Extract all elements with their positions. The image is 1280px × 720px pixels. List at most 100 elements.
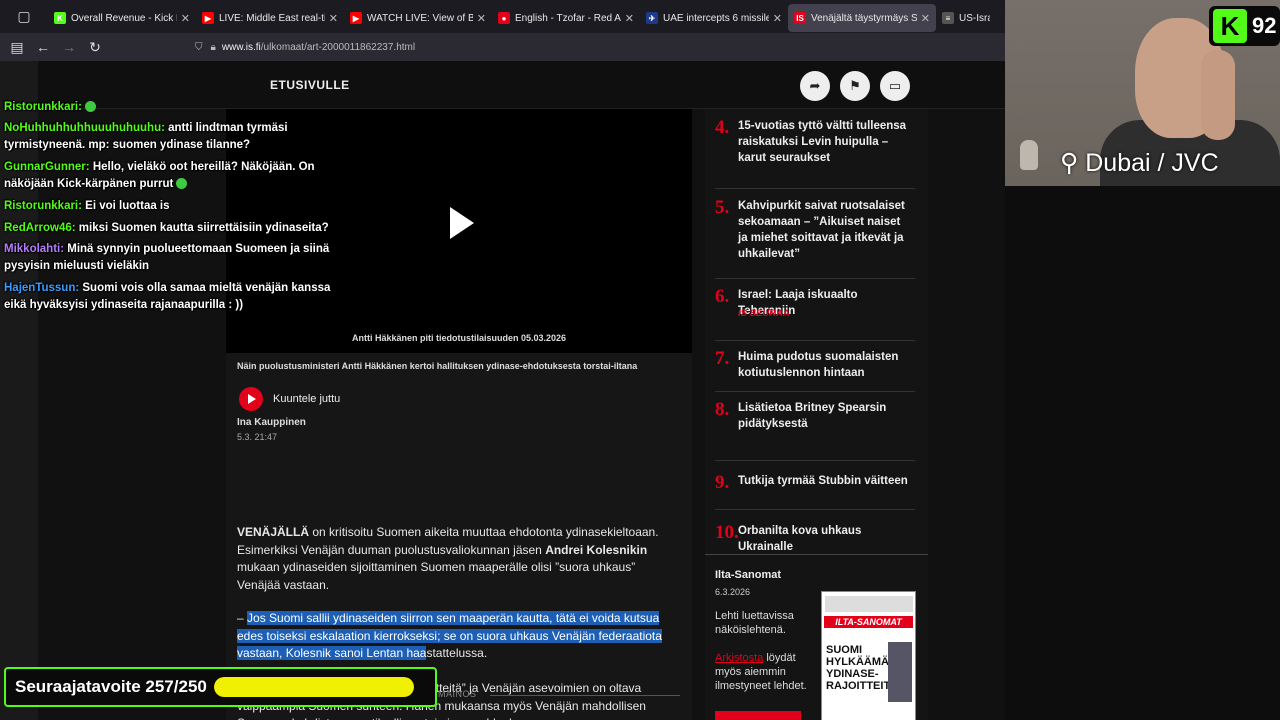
most-read-column: 4. 15-vuotias tyttö vältti tulleensa rais… [705,109,928,720]
ad-divider [490,695,680,696]
most-read-headline[interactable]: Huima pudotus suomalaisten kotiutuslenno… [738,349,913,381]
tab-list: K Overall Revenue - Kick Das ✕ ▶ LIVE: Middl… [48,1,996,32]
browser-tab-bar: ▢ K Overall Revenue - Kick Das ✕ ▶ LIVE: Mid… [0,0,1005,33]
newspaper-cover[interactable]: ILTA-SANOMAT SUOMI HYLKÄÄMÄSSÄ YDINASE-R… [821,591,916,720]
stream-location-label: ⚲ Dubai / JVC [1060,149,1219,177]
chat-message: Ristorunkkari: Ei voi luottaa is [4,198,354,215]
paragraph-1: VENÄJÄLLÄ on kritisoitu Suomen aikeita m… [237,524,677,594]
browser-tab[interactable]: ● English - Tzofar - Red Alert ✕ [492,4,640,32]
tab-favicon-icon: ✈ [646,12,658,24]
most-read-headline[interactable]: Tutkija tyrmää Stubbin väitteen [738,473,913,489]
ad-label: MAINOS [438,689,477,699]
chat-username[interactable]: Ristorunkkari: [4,200,82,212]
most-read-item[interactable]: 9. Tutkija tyrmää Stubbin väitteen [715,472,915,510]
most-read-item[interactable]: 8. Lisätietoa Britney Spearsin pidätykses… [715,399,915,461]
tab-title: Overall Revenue - Kick Das [71,12,177,24]
cover-headline: SUOMI HYLKÄÄMÄSSÄ YDINASE-RAJOITTEITA [826,644,912,692]
tab-close-icon[interactable]: ✕ [181,12,190,25]
chat-username[interactable]: HajenTussun: [4,282,79,294]
webcam-streamer-hand [1201,50,1235,140]
lock-icon: 🔒︎ [210,41,216,53]
person-name: Andrei Kolesnikin [545,542,648,557]
tab-close-icon[interactable]: ✕ [625,12,634,25]
chat-emote-icon [84,101,96,113]
rank-number: 10. [715,522,739,543]
promo-text-1: Lehti luettavissa näköislehtenä. [715,610,794,636]
play-icon[interactable] [450,207,474,239]
bookmark-icon[interactable]: ⚑ [840,71,870,101]
chat-username[interactable]: Mikkolahti: [4,243,64,255]
browser-tab[interactable]: IS Venäjältä täystyrmäys Suom ✕ [788,4,936,32]
follower-goal-widget: Seuraajatavoite 257/250 [4,667,437,707]
rank-number: 9. [715,472,730,493]
viewer-count: 92 [1252,13,1277,38]
screen: ▢ K Overall Revenue - Kick Das ✕ ▶ LIVE: Mid… [0,0,1280,720]
chat-username[interactable]: GunnarGunner: [4,161,90,173]
tab-favicon-icon: IS [794,12,806,24]
chat-text: Ei voi luottaa is [81,200,170,212]
epaper-promo: Ilta-Sanomat 6.3.2026 Lehti luettavissa … [705,554,928,720]
browser-tab[interactable]: ▶ LIVE: Middle East real-time ✕ [196,4,344,32]
sidebar-toggle-icon[interactable]: ▤ [4,34,30,60]
subscribe-button[interactable] [715,711,801,720]
rank-number: 8. [715,399,730,420]
chat-username[interactable]: NoHuhhuhhuhhuuuhuhuuhu: [4,122,165,134]
article-body: Näin puolustusministeri Antti Häkkänen k… [226,353,692,720]
tab-title: US-Israel-I [959,12,990,24]
chat-text: miksi Suomen kautta siirrettäisiin ydina… [75,222,329,234]
tab-close-icon[interactable]: ✕ [773,12,782,25]
back-icon[interactable]: ← [30,34,56,60]
most-read-item[interactable]: 6. Israel: Laaja iskuaalto Teheraniin IS S… [715,286,915,341]
chat-message: GunnarGunner: Hello, vieläkö oot hereill… [4,159,354,193]
promo-title: Ilta-Sanomat [715,569,782,581]
tab-close-icon[interactable]: ✕ [329,12,338,25]
back-to-front-page-link[interactable]: ETUSIVULLE [270,78,350,92]
tab-title: WATCH LIVE: View of Beirut [367,12,473,24]
tab-close-icon[interactable]: ✕ [477,12,486,25]
image-caption: Näin puolustusministeri Antti Häkkänen k… [237,361,638,371]
most-read-item[interactable]: 5. Kahvipurkit saivat ruotsalaiset sekoam… [715,197,915,279]
listen-button[interactable]: Kuuntele juttu [239,387,340,411]
chat-message: Mikkolahti: Minä synnyin puolueettomaan … [4,241,354,275]
chat-username[interactable]: Ristorunkkari: [4,101,82,113]
tab-overview-icon[interactable]: ▢ [0,0,48,33]
reload-icon[interactable]: ↻ [82,34,108,60]
publish-date: 5.3. 21:47 [237,432,278,442]
share-icon[interactable]: ➦ [800,71,830,101]
paragraph-1-text-b: mukaan ydinaseiden sijoittaminen Suomen … [237,560,636,592]
most-read-headline[interactable]: Lisätietoa Britney Spearsin pidätyksestä [738,400,913,432]
audio-play-icon[interactable] [239,387,263,411]
browser-tab[interactable]: ≡ US-Israel-I [936,4,996,32]
most-read-headline[interactable]: Kahvipurkit saivat ruotsalaiset sekoamaa… [738,198,913,262]
most-read-item[interactable]: 4. 15-vuotias tyttö vältti tulleensa rais… [715,117,915,189]
follower-goal-bar [213,677,414,697]
browser-tab[interactable]: K Overall Revenue - Kick Das ✕ [48,4,196,32]
chat-username[interactable]: RedArrow46: [4,222,76,234]
most-read-headline[interactable]: Orbanilta kova uhkaus Ukrainalle [738,523,913,555]
archive-link[interactable]: Arkistosta [715,652,763,664]
live-follow-tag: IS SEURAA [738,308,790,319]
tab-favicon-icon: K [54,12,66,24]
forward-icon[interactable]: → [56,34,82,60]
lead-word: VENÄJÄLLÄ [237,525,310,539]
tab-favicon-icon: ▶ [350,12,362,24]
browser-tab[interactable]: ▶ WATCH LIVE: View of Beirut ✕ [344,4,492,32]
paragraph-2-quote: – Jos Suomi sallii ydinaseiden siirron s… [237,610,677,663]
rank-number: 4. [715,117,730,138]
address-bar[interactable]: ⛉ 🔒︎ www.is.fi/ulkomaat/art-200001186223… [195,36,985,58]
cover-top-strip [825,596,913,612]
browser-tab[interactable]: ✈ UAE intercepts 6 missiles, 1 ✕ [640,4,788,32]
most-read-item[interactable]: 7. Huima pudotus suomalaisten kotiutuslen… [715,348,915,392]
rank-number: 7. [715,348,730,369]
quote-rest: stattelussa. [426,646,488,660]
url-host: www.is.fi [221,41,261,53]
tab-title: LIVE: Middle East real-time [219,12,325,24]
chat-message: RedArrow46: miksi Suomen kautta siirrett… [4,220,354,237]
most-read-headline[interactable]: 15-vuotias tyttö vältti tulleensa raiska… [738,118,913,166]
comment-icon[interactable]: ▭ [880,71,910,101]
chat-message: HajenTussun: Suomi vois olla samaa mielt… [4,280,354,314]
tab-title: UAE intercepts 6 missiles, 1 [663,12,769,24]
author-name[interactable]: Ina Kauppinen [237,417,306,428]
tab-close-icon[interactable]: ✕ [921,12,930,25]
cover-photo [888,642,912,702]
